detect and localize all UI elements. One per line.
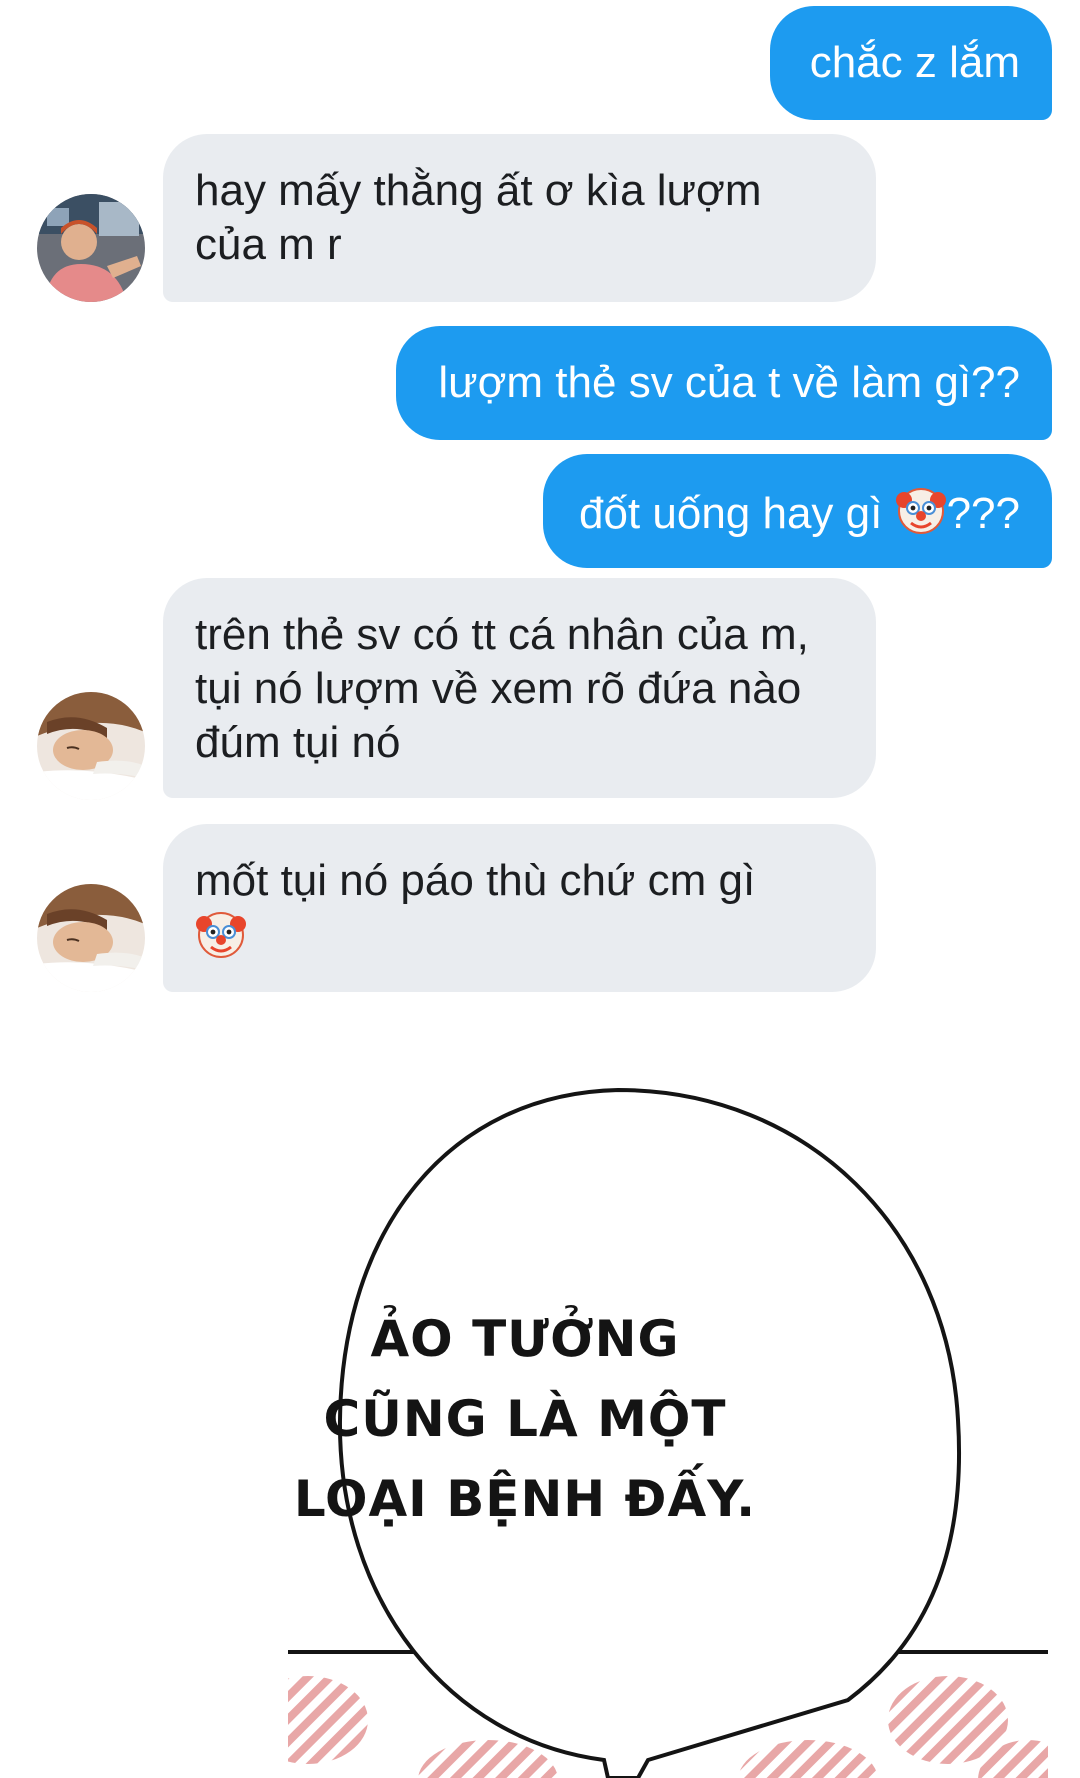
message-text: chắc z lắm (809, 38, 1020, 87)
meme-caption-line: LOẠI BỆNH ĐẤY. (293, 1470, 757, 1528)
message-text-line: đúm tụi nó (195, 718, 401, 767)
message-text-line: của m r (195, 220, 342, 269)
message-text-line: đốt uống hay gì ??? (575, 484, 1020, 541)
message-text-line: hay mấy thằng ất ơ kìa lượm (195, 166, 762, 215)
message-text-line: tụi nó lượm về xem rõ đứa nào (195, 664, 802, 713)
sleeping-avatar[interactable] (37, 884, 145, 992)
message-emoji-line (195, 908, 844, 965)
message-text: ??? (946, 489, 1020, 538)
meme-caption-line: CŨNG LÀ MỘT (323, 1390, 727, 1448)
sent-message-bubble[interactable]: chắc z lắm (770, 6, 1052, 120)
clown-face-icon (196, 912, 246, 958)
message-text-line: trên thẻ sv có tt cá nhân của m, (195, 610, 809, 659)
sent-message-bubble[interactable]: lượm thẻ sv của t về làm gì?? (396, 326, 1052, 440)
received-message-bubble[interactable]: mốt tụi nó páo thù chứ cm gì (163, 824, 876, 992)
red-shirt-avatar[interactable] (37, 194, 145, 302)
sent-message-bubble[interactable]: đốt uống hay gì ??? (543, 454, 1052, 568)
message-text: đốt uống hay gì (578, 489, 883, 538)
meme-caption-line: ẢO TƯỞNG (370, 1310, 680, 1368)
received-message-bubble[interactable]: hay mấy thằng ất ơ kìa lượm của m r (163, 134, 876, 302)
clown-face-icon (895, 488, 946, 534)
message-text-line: mốt tụi nó páo thù chứ cm gì (195, 856, 756, 905)
received-message-bubble[interactable]: trên thẻ sv có tt cá nhân của m, tụi nó … (163, 578, 876, 798)
message-text: lượm thẻ sv của t về làm gì?? (438, 358, 1020, 407)
sleeping-avatar[interactable] (37, 692, 145, 800)
